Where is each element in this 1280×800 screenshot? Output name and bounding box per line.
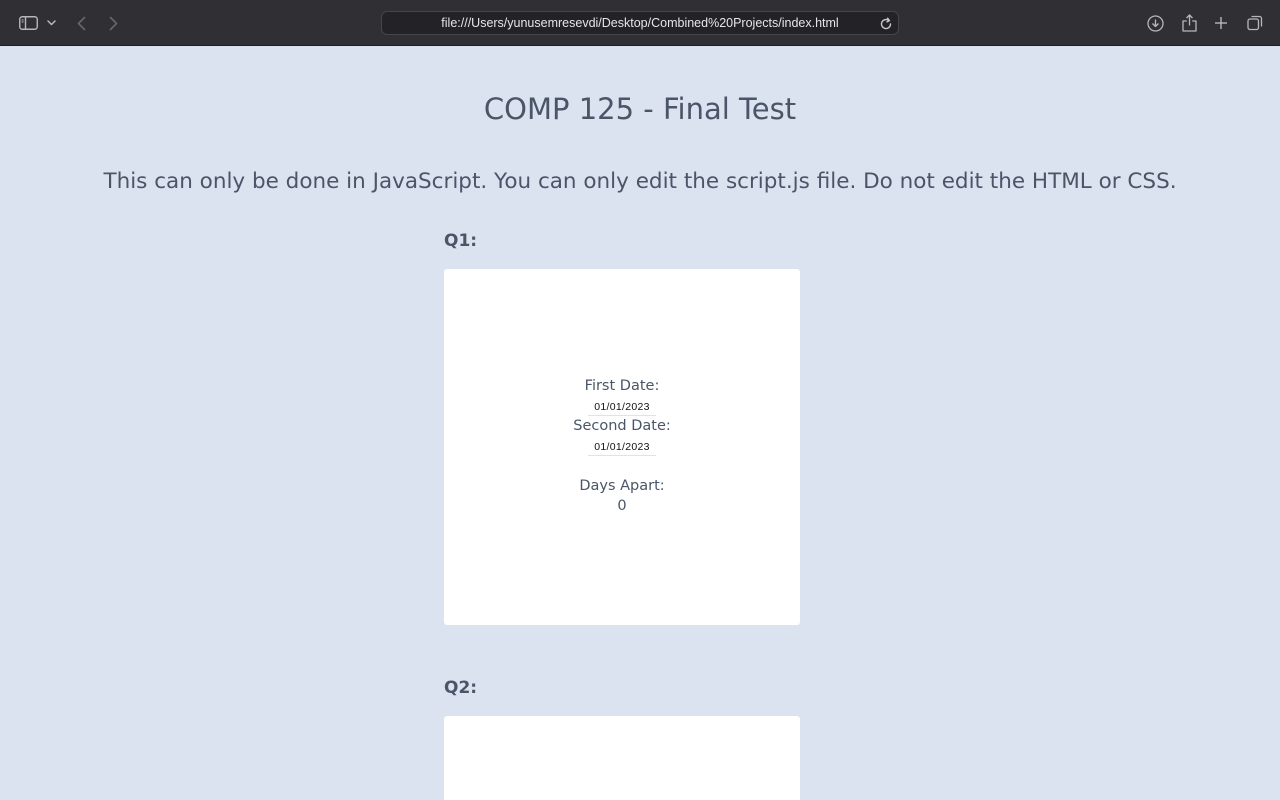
share-icon[interactable]: [1180, 11, 1198, 35]
q1-card: First Date: Second Date: Days Apart: 0: [444, 269, 800, 625]
tabs-overview-icon[interactable]: [1246, 11, 1264, 35]
url-text[interactable]: file:///Users/yunusemresevdi/Desktop/Com…: [441, 16, 838, 30]
second-date-input[interactable]: [588, 439, 656, 456]
reload-icon[interactable]: [879, 16, 893, 35]
download-icon[interactable]: [1146, 11, 1164, 35]
days-apart-label: Days Apart:: [579, 478, 665, 494]
q2-label: Q2:: [444, 678, 478, 698]
new-tab-icon[interactable]: [1212, 11, 1230, 35]
back-icon[interactable]: [74, 11, 88, 35]
q1-label: Q1:: [444, 231, 478, 251]
address-bar[interactable]: file:///Users/yunusemresevdi/Desktop/Com…: [381, 11, 899, 35]
days-apart-value: 0: [617, 498, 627, 514]
second-date-label: Second Date:: [573, 418, 671, 434]
sidebar-icon[interactable]: [18, 11, 38, 35]
page-title: COMP 125 - Final Test: [483, 92, 797, 126]
chevron-down-icon[interactable]: [45, 11, 57, 35]
q2-card: [444, 716, 800, 800]
first-date-label: First Date:: [584, 378, 660, 394]
instructions-text: This can only be done in JavaScript. You…: [103, 169, 1177, 194]
first-date-input[interactable]: [588, 399, 656, 416]
browser-toolbar: file:///Users/yunusemresevdi/Desktop/Com…: [0, 0, 1280, 46]
forward-icon[interactable]: [106, 11, 120, 35]
